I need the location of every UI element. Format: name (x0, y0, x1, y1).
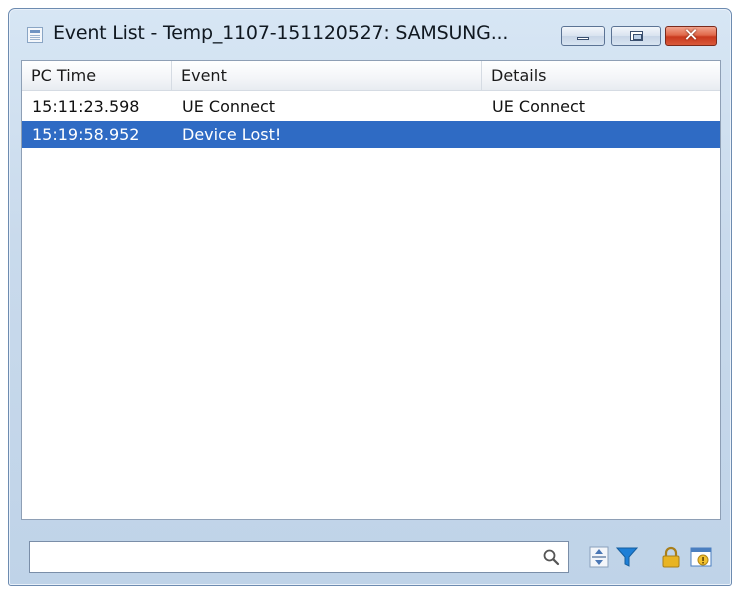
filter-icon[interactable] (615, 545, 639, 569)
maximize-icon (630, 31, 643, 41)
info-window-icon[interactable] (689, 545, 713, 569)
table-row-selected[interactable]: 15:19:58.952 Device Lost! (22, 121, 720, 148)
window-title: Event List - Temp_1107-151120527: SAMSUN… (53, 22, 509, 44)
close-icon: ✕ (683, 25, 699, 46)
lock-icon[interactable] (659, 545, 683, 569)
event-table[interactable]: PC Time Event Details 15:11:23.598 UE Co… (21, 60, 721, 520)
table-header: PC Time Event Details (22, 61, 720, 91)
column-header-pc-time[interactable]: PC Time (22, 61, 172, 90)
cell-event: UE Connect (182, 97, 276, 116)
column-header-event[interactable]: Event (172, 61, 482, 90)
minimize-icon (577, 37, 589, 40)
minimize-button[interactable] (561, 26, 605, 46)
cell-event: Device Lost! (182, 125, 282, 144)
maximize-button[interactable] (611, 26, 661, 46)
cell-details (482, 121, 492, 148)
expand-collapse-icon[interactable] (587, 545, 611, 569)
cell-pc-time: 15:19:58.952 (32, 125, 140, 144)
cell-details: UE Connect (492, 97, 586, 116)
search-input[interactable] (30, 542, 530, 572)
close-button[interactable]: ✕ (665, 25, 717, 46)
search-box[interactable] (29, 541, 569, 573)
event-list-app-icon[interactable] (27, 27, 43, 43)
search-icon[interactable] (542, 548, 560, 566)
table-row[interactable]: 15:11:23.598 UE Connect UE Connect (22, 93, 720, 120)
bottom-toolbar (21, 529, 721, 575)
cell-pc-time: 15:11:23.598 (32, 97, 140, 116)
event-list-window: Event List - Temp_1107-151120527: SAMSUN… (8, 8, 732, 586)
title-bar[interactable]: Event List - Temp_1107-151120527: SAMSUN… (9, 9, 731, 59)
column-header-details[interactable]: Details (482, 61, 720, 90)
